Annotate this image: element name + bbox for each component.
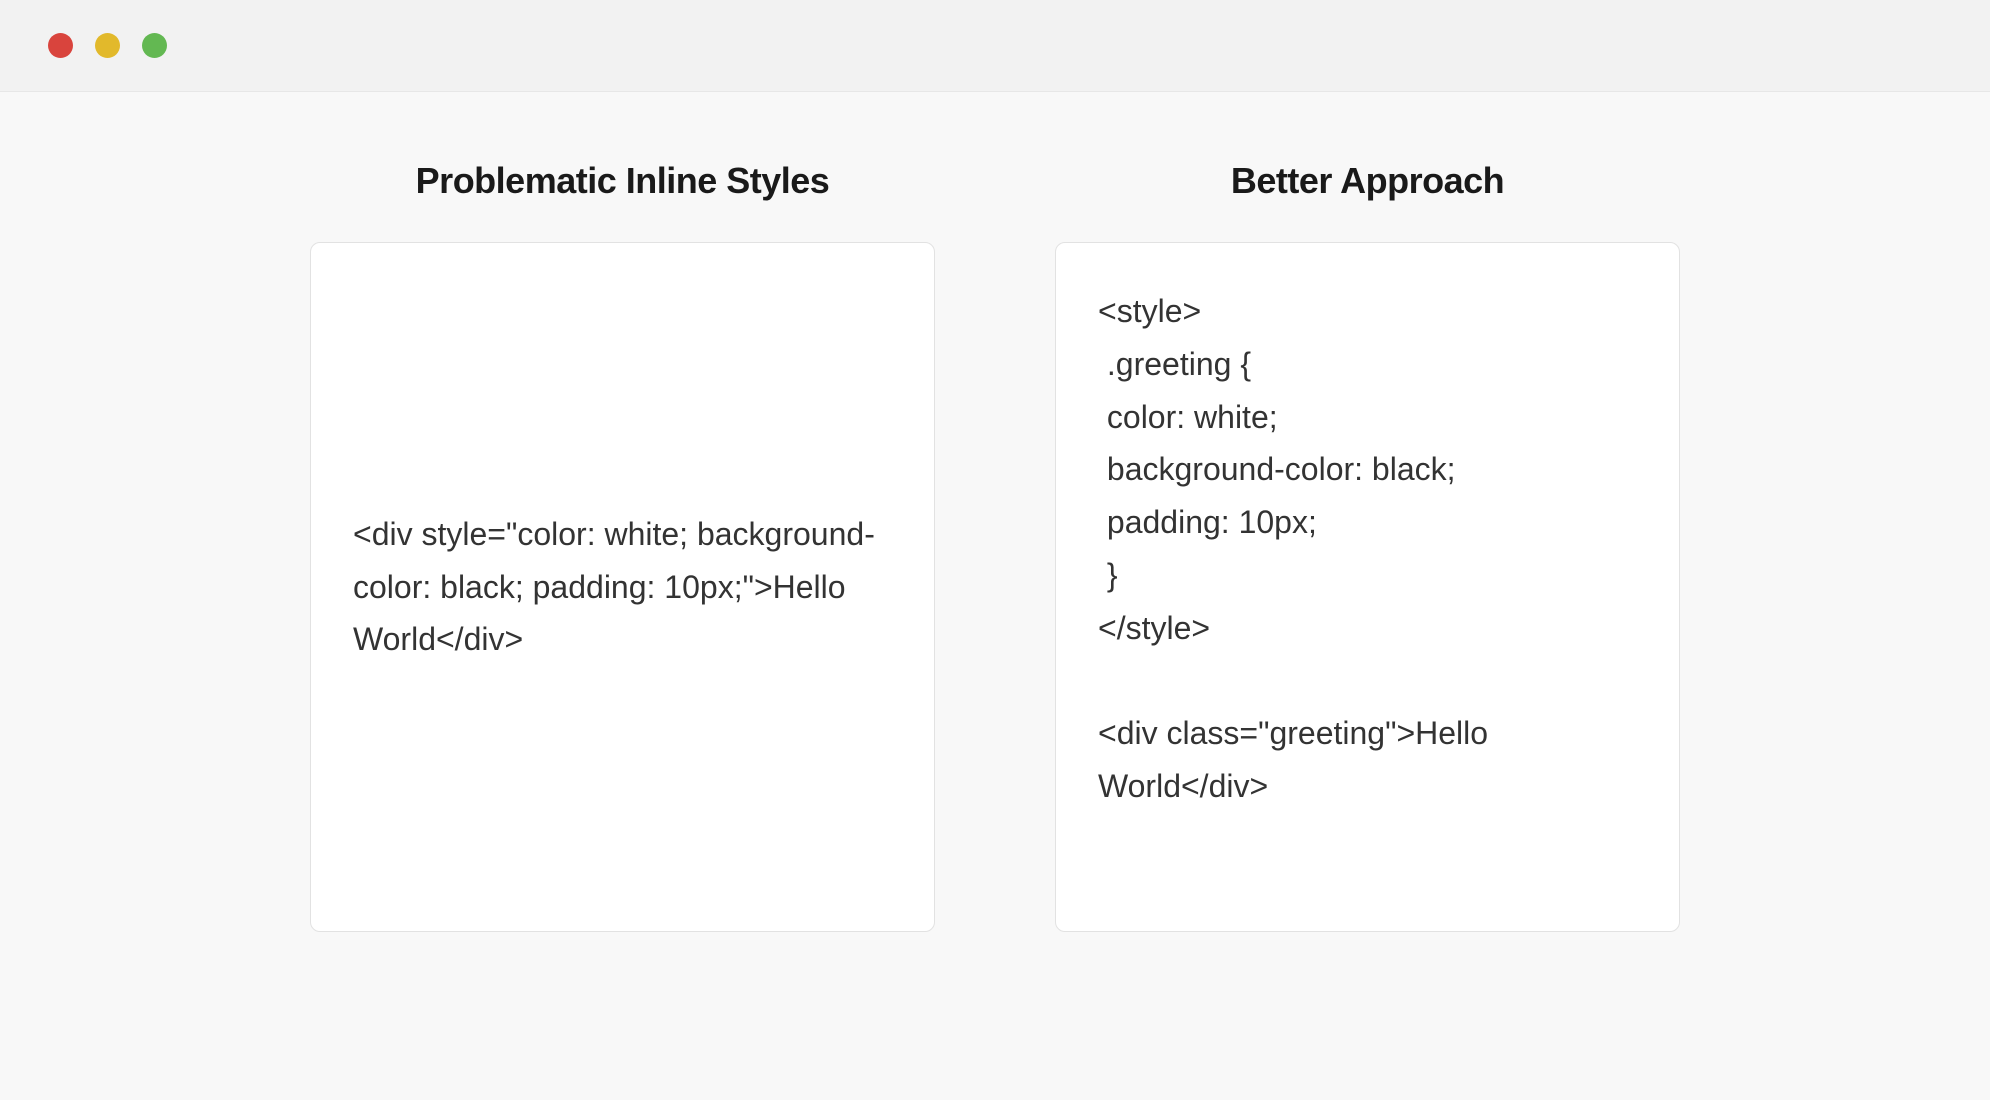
content-area: Problematic Inline Styles <div style="co… (0, 92, 1990, 1100)
column-right: Better Approach <style> .greeting { colo… (1055, 160, 1680, 1100)
window-frame: Problematic Inline Styles <div style="co… (0, 0, 1990, 1100)
minimize-icon[interactable] (95, 33, 120, 58)
right-code-box: <style> .greeting { color: white; backgr… (1055, 242, 1680, 932)
titlebar (0, 0, 1990, 92)
left-title: Problematic Inline Styles (416, 160, 830, 202)
right-code-text: <style> .greeting { color: white; backgr… (1098, 285, 1637, 813)
left-code-text: <div style="color: white; background-col… (353, 508, 892, 666)
close-icon[interactable] (48, 33, 73, 58)
left-code-box: <div style="color: white; background-col… (310, 242, 935, 932)
column-left: Problematic Inline Styles <div style="co… (310, 160, 935, 1100)
maximize-icon[interactable] (142, 33, 167, 58)
right-title: Better Approach (1231, 160, 1504, 202)
